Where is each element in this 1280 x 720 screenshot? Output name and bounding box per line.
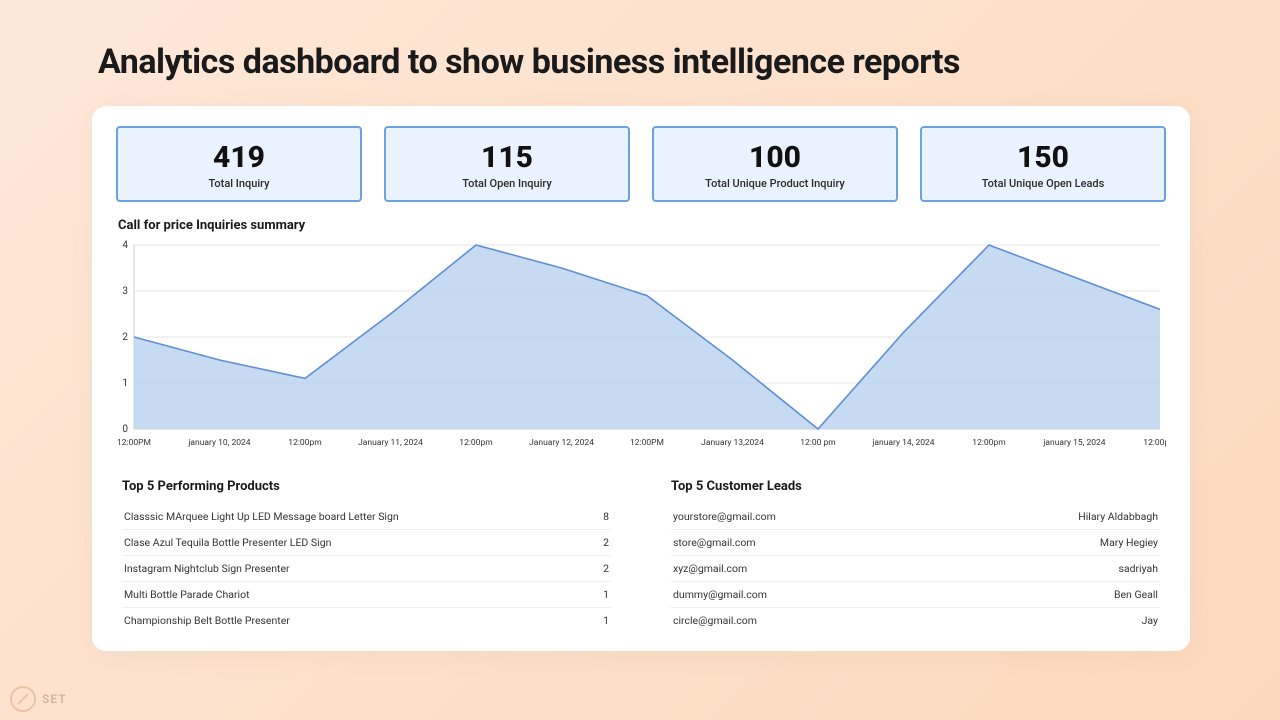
svg-text:january 14, 2024: january 14, 2024 — [871, 438, 934, 448]
chart-title: Call for price Inquiries summary — [118, 218, 1166, 233]
table-row: xyz@gmail.com sadriyah — [671, 556, 1160, 582]
kpi-label: Total Inquiry — [124, 177, 354, 190]
watermark: SET — [10, 686, 67, 712]
svg-text:12:00 pm: 12:00 pm — [800, 438, 836, 448]
lead-email: xyz@gmail.com — [673, 562, 747, 575]
page-title: Analytics dashboard to show business int… — [0, 0, 1280, 106]
kpi-total-inquiry: 419 Total Inquiry — [116, 126, 362, 202]
kpi-unique-open-leads: 150 Total Unique Open Leads — [920, 126, 1166, 202]
lead-email: store@gmail.com — [673, 536, 756, 549]
table-row: store@gmail.com Mary Hegiey — [671, 530, 1160, 556]
svg-text:3: 3 — [122, 286, 128, 297]
table-row: Classsic MArquee Light Up LED Message bo… — [122, 504, 611, 530]
kpi-unique-product-inquiry: 100 Total Unique Product Inquiry — [652, 126, 898, 202]
product-count: 8 — [603, 510, 609, 523]
svg-text:4: 4 — [122, 240, 128, 251]
product-count: 1 — [603, 614, 609, 627]
kpi-value: 419 — [124, 140, 354, 175]
top-products-table: Top 5 Performing Products Classsic MArqu… — [122, 479, 611, 633]
product-count: 2 — [603, 562, 609, 575]
product-name: Instagram Nightclub Sign Presenter — [124, 562, 290, 575]
product-name: Clase Azul Tequila Bottle Presenter LED … — [124, 536, 331, 549]
svg-text:0: 0 — [122, 424, 128, 435]
svg-text:1: 1 — [122, 378, 128, 389]
svg-text:January 13,2024: January 13,2024 — [701, 438, 764, 448]
product-name: Championship Belt Bottle Presenter — [124, 614, 290, 627]
svg-text:12:00pm: 12:00pm — [1143, 438, 1166, 448]
lead-name: Hilary Aldabbagh — [1078, 510, 1158, 523]
kpi-value: 100 — [660, 140, 890, 175]
svg-text:12:00pm: 12:00pm — [972, 438, 1005, 448]
kpi-value: 150 — [928, 140, 1158, 175]
kpi-label: Total Open Inquiry — [392, 177, 622, 190]
svg-text:12:00pm: 12:00pm — [288, 438, 321, 448]
table-row: circle@gmail.com Jay — [671, 608, 1160, 633]
lead-email: yourstore@gmail.com — [673, 510, 776, 523]
kpi-label: Total Unique Product Inquiry — [660, 177, 890, 190]
watermark-text: SET — [42, 692, 67, 706]
kpi-row: 419 Total Inquiry 115 Total Open Inquiry… — [116, 126, 1166, 202]
lead-name: Jay — [1142, 614, 1158, 627]
lead-email: dummy@gmail.com — [673, 588, 767, 601]
lead-name: Ben Geall — [1114, 588, 1158, 601]
table-row: Multi Bottle Parade Chariot 1 — [122, 582, 611, 608]
table-title: Top 5 Performing Products — [122, 479, 611, 494]
product-count: 2 — [603, 536, 609, 549]
table-row: Clase Azul Tequila Bottle Presenter LED … — [122, 530, 611, 556]
product-name: Classsic MArquee Light Up LED Message bo… — [124, 510, 399, 523]
kpi-total-open-inquiry: 115 Total Open Inquiry — [384, 126, 630, 202]
table-row: Instagram Nightclub Sign Presenter 2 — [122, 556, 611, 582]
svg-text:January 12, 2024: January 12, 2024 — [529, 438, 594, 448]
svg-text:12:00PM: 12:00PM — [630, 438, 664, 448]
table-row: Championship Belt Bottle Presenter 1 — [122, 608, 611, 633]
kpi-value: 115 — [392, 140, 622, 175]
svg-text:january 15, 2024: january 15, 2024 — [1042, 438, 1105, 448]
tables-row: Top 5 Performing Products Classsic MArqu… — [116, 479, 1166, 633]
lead-name: sadriyah — [1118, 562, 1158, 575]
table-title: Top 5 Customer Leads — [671, 479, 1160, 494]
area-chart: 0 1 2 3 4 12:00PM january 10, 2024 12:00pm Janua… — [116, 239, 1166, 459]
table-row: yourstore@gmail.com Hilary Aldabbagh — [671, 504, 1160, 530]
svg-text:12:00pm: 12:00pm — [459, 438, 492, 448]
chart-svg: 0 1 2 3 4 12:00PM january 10, 2024 12:00pm Janua… — [116, 239, 1166, 459]
lead-name: Mary Hegiey — [1100, 536, 1158, 549]
compass-icon — [10, 686, 36, 712]
table-row: dummy@gmail.com Ben Geall — [671, 582, 1160, 608]
lead-email: circle@gmail.com — [673, 614, 757, 627]
kpi-label: Total Unique Open Leads — [928, 177, 1158, 190]
top-leads-table: Top 5 Customer Leads yourstore@gmail.com… — [671, 479, 1160, 633]
product-name: Multi Bottle Parade Chariot — [124, 588, 250, 601]
product-count: 1 — [603, 588, 609, 601]
svg-text:2: 2 — [122, 332, 128, 343]
svg-text:january 10, 2024: january 10, 2024 — [187, 438, 250, 448]
svg-text:January 11, 2024: January 11, 2024 — [358, 438, 423, 448]
svg-text:12:00PM: 12:00PM — [117, 438, 151, 448]
dashboard-card: 419 Total Inquiry 115 Total Open Inquiry… — [92, 106, 1190, 651]
